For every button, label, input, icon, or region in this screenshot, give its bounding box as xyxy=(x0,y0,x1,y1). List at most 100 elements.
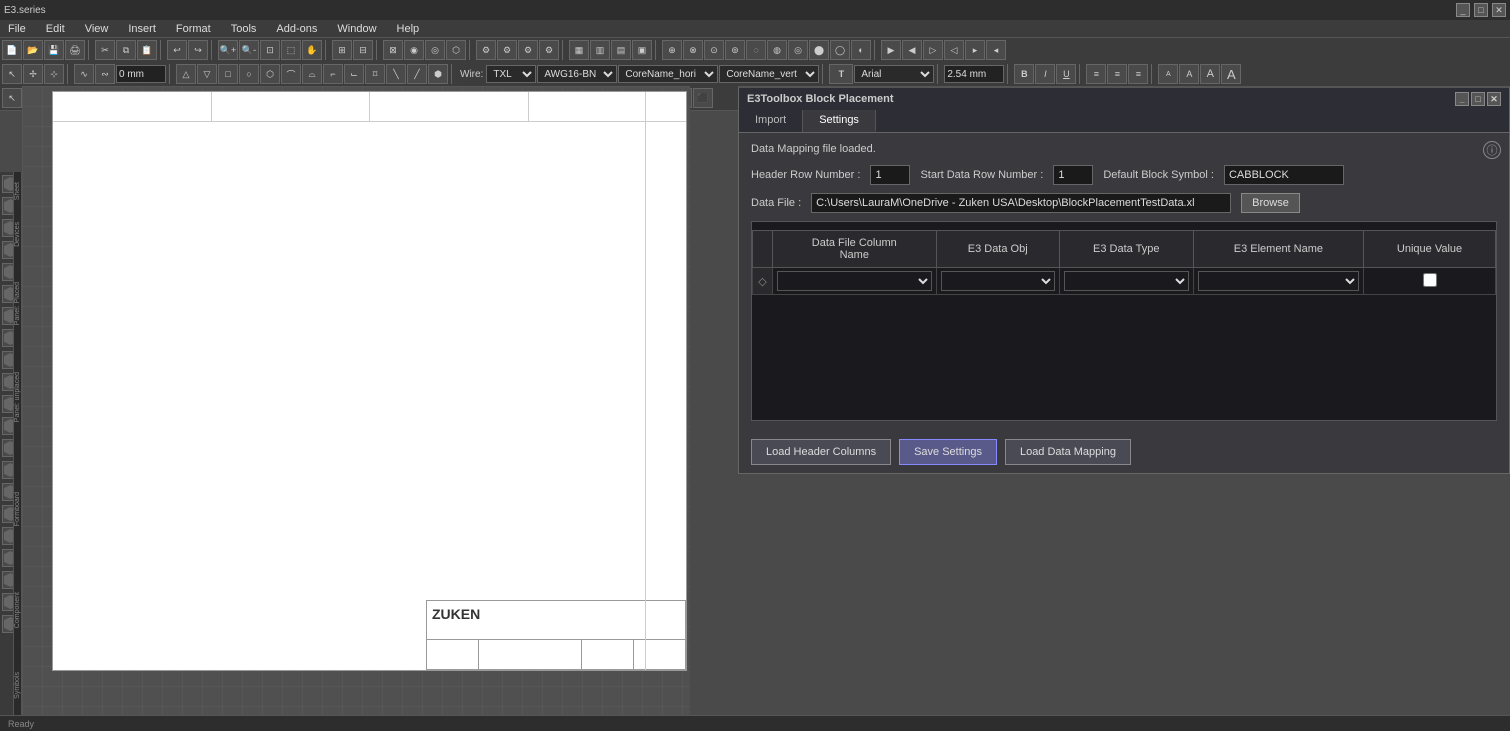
shape-6[interactable]: ⌒ xyxy=(281,64,301,84)
title-bar-right[interactable]: _ □ ✕ xyxy=(1456,3,1506,17)
e3-data-obj-cell[interactable] xyxy=(936,268,1059,295)
text-tool[interactable]: T xyxy=(829,64,853,84)
undo-button[interactable]: ↩ xyxy=(167,40,187,60)
draw-tool-1[interactable]: ↖ xyxy=(2,64,22,84)
wire-type-dropdown[interactable]: TXL xyxy=(486,65,536,83)
e3-data-obj-dropdown[interactable] xyxy=(941,271,1055,291)
settings-2[interactable]: ⚙ xyxy=(497,40,517,60)
action-2[interactable]: ◀ xyxy=(902,40,922,60)
e3-data-type-cell[interactable] xyxy=(1059,268,1193,295)
dialog-maximize-button[interactable]: □ xyxy=(1471,92,1485,106)
dialog-close-button[interactable]: ✕ xyxy=(1487,92,1501,106)
shape-3[interactable]: □ xyxy=(218,64,238,84)
zoom-out-button[interactable]: 🔍- xyxy=(239,40,259,60)
settings-3[interactable]: ⚙ xyxy=(518,40,538,60)
menu-format[interactable]: Format xyxy=(172,23,215,35)
open-button[interactable]: 📂 xyxy=(23,40,43,60)
more-tools-4[interactable]: ⬡ xyxy=(446,40,466,60)
shape-2[interactable]: ▽ xyxy=(197,64,217,84)
unique-value-cell[interactable] xyxy=(1364,268,1496,295)
browse-button[interactable]: Browse xyxy=(1241,193,1300,213)
redo-button[interactable]: ↪ xyxy=(188,40,208,60)
menu-addons[interactable]: Add-ons xyxy=(272,23,321,35)
view-4[interactable]: ▣ xyxy=(632,40,652,60)
more-tools-2[interactable]: ◉ xyxy=(404,40,424,60)
text-size-3[interactable]: A xyxy=(1200,64,1220,84)
text-size-2[interactable]: A xyxy=(1179,64,1199,84)
draw-tool-5[interactable]: ∾ xyxy=(95,64,115,84)
misc-3[interactable]: ⊙ xyxy=(704,40,724,60)
shape-11[interactable]: ╲ xyxy=(386,64,406,84)
gauge-dropdown[interactable]: AWG16-BN xyxy=(537,65,617,83)
core-name-h-dropdown[interactable]: CoreName_hori xyxy=(618,65,718,83)
unique-value-checkbox[interactable] xyxy=(1423,273,1437,287)
settings-1[interactable]: ⚙ xyxy=(476,40,496,60)
col-name-cell[interactable] xyxy=(773,268,937,295)
paste-button[interactable]: 📋 xyxy=(137,40,157,60)
view-1[interactable]: ▦ xyxy=(569,40,589,60)
tab-settings[interactable]: Settings xyxy=(803,110,876,132)
dialog-title-btns[interactable]: _ □ ✕ xyxy=(1455,92,1501,106)
draw-tool-3[interactable]: ⊹ xyxy=(44,64,64,84)
draw-tool-2[interactable]: ✢ xyxy=(23,64,43,84)
shape-7[interactable]: ⌓ xyxy=(302,64,322,84)
copy-button[interactable]: ⧉ xyxy=(116,40,136,60)
zoom-in-button[interactable]: 🔍+ xyxy=(218,40,238,60)
misc-5[interactable]: ◌ xyxy=(746,40,766,60)
misc-10[interactable]: ◐ xyxy=(851,40,871,60)
save-settings-button[interactable]: Save Settings xyxy=(899,439,997,465)
shape-1[interactable]: △ xyxy=(176,64,196,84)
shape-12[interactable]: ╱ xyxy=(407,64,427,84)
mm-input[interactable] xyxy=(116,65,166,83)
misc-1[interactable]: ⊕ xyxy=(662,40,682,60)
misc-8[interactable]: ⬤ xyxy=(809,40,829,60)
misc-6[interactable]: ◍ xyxy=(767,40,787,60)
more-tools-1[interactable]: ⊠ xyxy=(383,40,403,60)
settings-4[interactable]: ⚙ xyxy=(539,40,559,60)
load-header-columns-button[interactable]: Load Header Columns xyxy=(751,439,891,465)
shape-8[interactable]: ⌐ xyxy=(323,64,343,84)
menu-edit[interactable]: Edit xyxy=(42,23,69,35)
align-right[interactable]: ≡ xyxy=(1128,64,1148,84)
zoom-fit-button[interactable]: ⊡ xyxy=(260,40,280,60)
data-file-input[interactable] xyxy=(811,193,1231,213)
text-size-1[interactable]: A xyxy=(1158,64,1178,84)
maximize-button[interactable]: □ xyxy=(1474,3,1488,17)
font-size-input[interactable] xyxy=(944,65,1004,83)
action-3[interactable]: ▷ xyxy=(923,40,943,60)
zoom-window-button[interactable]: ⬚ xyxy=(281,40,301,60)
dialog-minimize-button[interactable]: _ xyxy=(1455,92,1469,106)
core-name-v-dropdown[interactable]: CoreName_vert xyxy=(719,65,819,83)
e3-data-type-dropdown[interactable] xyxy=(1064,271,1189,291)
action-1[interactable]: ▶ xyxy=(881,40,901,60)
col-name-dropdown[interactable] xyxy=(777,271,932,291)
italic-button[interactable]: I xyxy=(1035,64,1055,84)
default-block-input[interactable] xyxy=(1224,165,1344,185)
align-center[interactable]: ≡ xyxy=(1107,64,1127,84)
new-button[interactable]: 📄 xyxy=(2,40,22,60)
view-3[interactable]: ▤ xyxy=(611,40,631,60)
shape-9[interactable]: ⌙ xyxy=(344,64,364,84)
misc-2[interactable]: ⊗ xyxy=(683,40,703,60)
save-button[interactable]: 💾 xyxy=(44,40,64,60)
shape-13[interactable]: ⬢ xyxy=(428,64,448,84)
menu-help[interactable]: Help xyxy=(393,23,424,35)
menu-file[interactable]: File xyxy=(4,23,30,35)
info-icon[interactable]: ⓘ xyxy=(1483,141,1501,159)
misc-4[interactable]: ⊚ xyxy=(725,40,745,60)
align-left[interactable]: ≡ xyxy=(1086,64,1106,84)
font-dropdown[interactable]: Arial xyxy=(854,65,934,83)
print-button[interactable]: 🖨 xyxy=(65,40,85,60)
snap-button[interactable]: ⊟ xyxy=(353,40,373,60)
menu-insert[interactable]: Insert xyxy=(124,23,160,35)
action-5[interactable]: ▸ xyxy=(965,40,985,60)
load-data-mapping-button[interactable]: Load Data Mapping xyxy=(1005,439,1131,465)
close-button[interactable]: ✕ xyxy=(1492,3,1506,17)
misc-9[interactable]: ◯ xyxy=(830,40,850,60)
misc-7[interactable]: ◎ xyxy=(788,40,808,60)
e3-element-name-cell[interactable] xyxy=(1193,268,1363,295)
underline-button[interactable]: U xyxy=(1056,64,1076,84)
minimize-button[interactable]: _ xyxy=(1456,3,1470,17)
pan-button[interactable]: ✋ xyxy=(302,40,322,60)
grid-button[interactable]: ⊞ xyxy=(332,40,352,60)
